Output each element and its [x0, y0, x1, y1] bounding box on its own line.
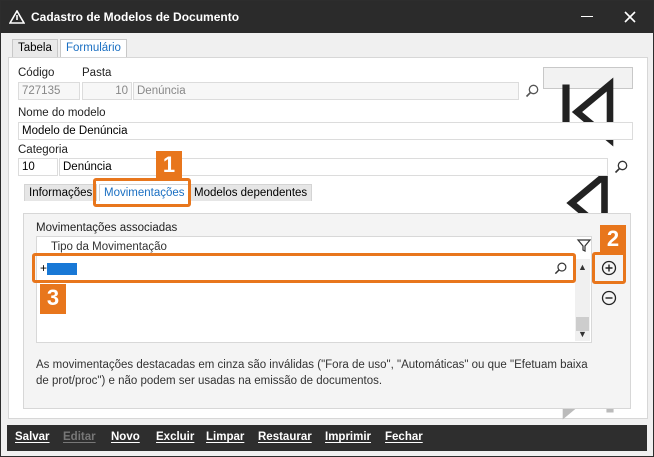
callout-1-badge: 1 — [156, 151, 182, 181]
app-icon — [9, 10, 25, 24]
tab-formulario[interactable]: Formulário — [60, 39, 127, 57]
subtab-informacoes[interactable]: Informações — [24, 184, 98, 201]
scroll-down-icon[interactable]: ▼ — [578, 329, 587, 339]
callout-1-box — [93, 178, 191, 207]
fechar-button[interactable]: Fechar — [385, 431, 423, 443]
limpar-button[interactable]: Limpar — [206, 431, 244, 443]
search-icon[interactable] — [524, 83, 540, 99]
remove-circle-icon[interactable] — [601, 290, 617, 306]
imprimir-button[interactable]: Imprimir — [325, 431, 371, 443]
novo-button[interactable]: Novo — [111, 431, 140, 443]
window-client: Tabela Formulário Código 727135 Pasta 10… — [2, 33, 652, 425]
window-title: Cadastro de Modelos de Documento — [31, 10, 240, 24]
pasta-name-field[interactable]: Denúncia — [133, 82, 519, 100]
pasta-code-field[interactable]: 10 — [82, 82, 132, 100]
callout-2-badge: 2 — [600, 225, 626, 255]
categoria-code-field[interactable]: 10 — [18, 158, 58, 176]
scroll-up-icon[interactable]: ▲ — [578, 262, 587, 272]
main-window: Cadastro de Modelos de Documento Tabela … — [0, 0, 654, 457]
first-record-icon[interactable] — [544, 68, 632, 156]
nome-field[interactable]: Modelo de Denúncia — [18, 122, 633, 140]
group-label: Movimentações associadas — [36, 222, 178, 234]
restaurar-button[interactable]: Restaurar — [258, 431, 312, 443]
nome-label: Nome do modelo — [18, 107, 106, 119]
grid-scrollbar[interactable]: ▲ ▼ — [575, 259, 590, 341]
column-header-tipo[interactable]: Tipo da Movimentação — [51, 241, 167, 253]
close-icon[interactable] — [621, 8, 639, 26]
categoria-label: Categoria — [18, 144, 68, 156]
pasta-label: Pasta — [82, 67, 112, 79]
callout-3-box — [32, 253, 576, 283]
minimize-button[interactable] — [581, 16, 593, 17]
codigo-field[interactable]: 727135 — [18, 82, 80, 100]
title-bar: Cadastro de Modelos de Documento — [1, 1, 653, 33]
record-navigator — [543, 67, 633, 420]
editar-button[interactable]: Editar — [63, 431, 96, 443]
callout-2-box — [592, 252, 626, 284]
salvar-button[interactable]: Salvar — [15, 431, 50, 443]
callout-3-badge: 3 — [40, 284, 66, 314]
tab-tabela[interactable]: Tabela — [12, 39, 58, 57]
movimentacoes-note: As movimentações destacadas em cinza são… — [36, 359, 588, 387]
categoria-name-field[interactable]: Denúncia — [59, 158, 608, 176]
filter-icon[interactable] — [576, 237, 592, 253]
excluir-button[interactable]: Excluir — [156, 431, 194, 443]
action-toolbar: Salvar Editar Novo Excluir Limpar Restau… — [7, 425, 647, 451]
subtab-modelos-dependentes[interactable]: Modelos dependentes — [189, 184, 313, 201]
codigo-label: Código — [18, 67, 55, 79]
search-icon[interactable] — [613, 159, 629, 175]
